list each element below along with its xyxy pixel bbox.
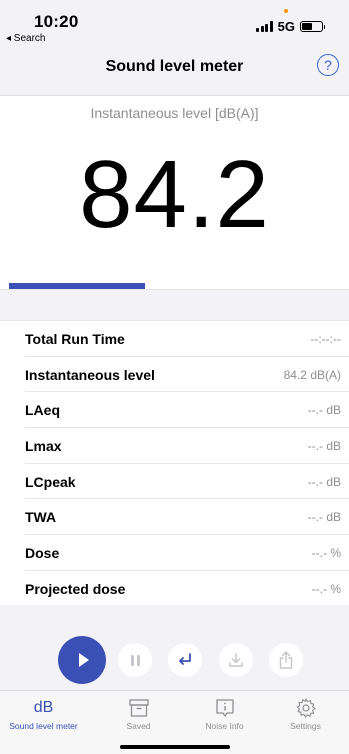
- stat-label: Dose: [25, 544, 60, 561]
- stat-label: Lmax: [25, 437, 62, 454]
- playback-controls: [0, 636, 349, 684]
- signal-icon: [256, 21, 273, 32]
- stat-value: 84.2 dB(A): [283, 367, 341, 382]
- tab-label: Sound level meter: [9, 721, 78, 731]
- stat-label: LCpeak: [25, 473, 76, 490]
- db-icon: dB: [33, 699, 54, 716]
- stat-value: --.- dB: [307, 510, 341, 525]
- section-separator: [0, 289, 349, 321]
- status-time: 10:20: [34, 12, 79, 31]
- stat-row-twa: TWA --.- dB: [0, 499, 349, 535]
- network-type: 5G: [277, 19, 295, 34]
- navigation-bar: Sound level meter ?: [0, 48, 349, 96]
- mic-in-use-indicator: [284, 9, 288, 13]
- stat-row-lcpeak: LCpeak --.- dB: [0, 464, 349, 500]
- play-icon: [78, 653, 89, 667]
- stat-row-instantaneous-level: Instantaneous level 84.2 dB(A): [0, 357, 349, 393]
- stat-value: --.- dB: [307, 403, 341, 418]
- instantaneous-level-label: Instantaneous level [dB(A)]: [90, 105, 259, 121]
- archive-icon: [128, 699, 149, 717]
- mark-button[interactable]: [168, 643, 202, 677]
- stat-label: Instantaneous level: [25, 366, 155, 383]
- status-bar: 10:20 ◂ Search 5G: [0, 0, 349, 48]
- download-icon: [229, 653, 243, 667]
- info-icon: [215, 699, 234, 717]
- stat-row-laeq: LAeq --.- dB: [0, 392, 349, 428]
- stat-label: Total Run Time: [25, 330, 125, 347]
- tab-saved[interactable]: Saved: [95, 697, 182, 731]
- stat-value: --.- %: [311, 581, 341, 596]
- stat-label: TWA: [25, 509, 57, 526]
- tab-noise-info[interactable]: Noise Info: [181, 697, 268, 731]
- stat-value: --.- dB: [307, 438, 341, 453]
- stat-row-total-run-time: Total Run Time --:--:--: [0, 321, 349, 357]
- tab-label: Settings: [290, 721, 321, 731]
- stat-row-dose: Dose --.- %: [0, 535, 349, 571]
- pause-icon: [130, 654, 140, 666]
- stat-row-lmax: Lmax --.- dB: [0, 428, 349, 464]
- tab-settings[interactable]: Settings: [262, 697, 349, 731]
- stat-value: --.- dB: [307, 474, 341, 489]
- battery-icon: [300, 21, 325, 32]
- stat-value: --:--:--: [310, 331, 341, 346]
- pause-button[interactable]: [118, 643, 152, 677]
- tab-label: Saved: [126, 721, 151, 731]
- share-button[interactable]: [269, 643, 303, 677]
- status-indicators: 5G: [256, 19, 325, 34]
- return-icon: [179, 653, 191, 665]
- stat-label: Projected dose: [25, 580, 126, 597]
- stat-label: LAeq: [25, 402, 60, 419]
- share-icon: [279, 651, 293, 669]
- measurement-list: Total Run Time --:--:-- Instantaneous le…: [0, 321, 349, 607]
- level-readout: 84.2: [79, 141, 270, 248]
- tab-sound-level-meter[interactable]: dB Sound level meter: [0, 697, 87, 731]
- gear-icon: [296, 698, 316, 718]
- help-icon[interactable]: ?: [317, 54, 339, 76]
- page-title: Sound level meter: [105, 58, 244, 75]
- stat-value: --.- %: [311, 545, 341, 560]
- save-button[interactable]: [219, 643, 253, 677]
- stat-row-projected-dose: Projected dose --.- %: [0, 571, 349, 607]
- tab-label: Noise Info: [205, 721, 244, 731]
- back-to-search-link[interactable]: ◂ Search: [6, 33, 45, 44]
- home-indicator: [120, 745, 230, 749]
- play-button[interactable]: [58, 636, 106, 684]
